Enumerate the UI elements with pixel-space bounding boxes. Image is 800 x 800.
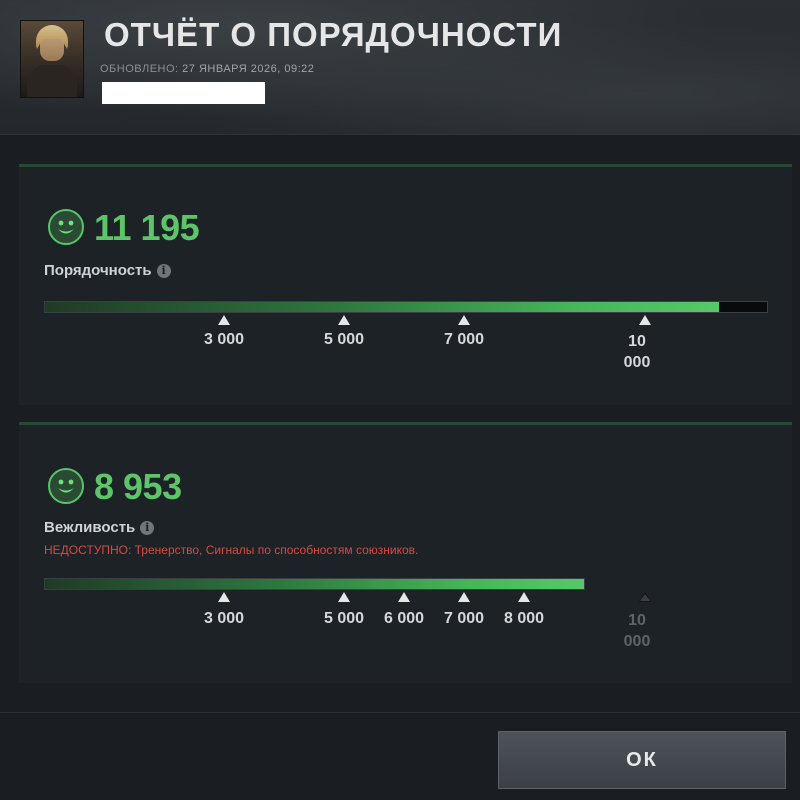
conduct-tick-label: 7 000 xyxy=(443,331,485,348)
conduct-label-text: Порядочность xyxy=(44,262,152,279)
behavior-tick-marker xyxy=(398,592,410,602)
conduct-tick-marker xyxy=(218,315,230,325)
behavior-tick-label: 6 000 xyxy=(383,610,425,627)
smile-face-icon xyxy=(48,468,84,504)
behavior-label: Вежливость i xyxy=(44,519,155,536)
conduct-tick-label: 10 000 xyxy=(623,333,651,371)
behavior-progress-bar xyxy=(44,578,585,590)
updated-label: ОБНОВЛЕНО: xyxy=(100,63,179,75)
behavior-panel: 8 953 Вежливость i НЕДОСТУПНО: Тренерство… xyxy=(19,422,792,683)
info-icon[interactable]: i xyxy=(140,521,155,535)
conduct-tick-marker xyxy=(458,315,470,325)
report-header: ОТЧЁТ О ПОРЯДОЧНОСТИ ОБНОВЛЕНО: 27 ЯНВАР… xyxy=(0,0,800,135)
conduct-tick-marker xyxy=(338,315,350,325)
behavior-tick-marker xyxy=(338,592,350,602)
avatar xyxy=(20,20,84,98)
behavior-tick-label-locked: 10 000 xyxy=(623,612,651,650)
behavior-tick-label: 5 000 xyxy=(323,610,365,627)
behavior-tick-marker xyxy=(218,592,230,602)
conduct-tick-marker xyxy=(639,315,651,325)
conduct-tick-label: 3 000 xyxy=(203,331,245,348)
behavior-tick-label: 7 000 xyxy=(443,610,485,627)
behavior-tick-marker xyxy=(458,592,470,602)
footer-divider xyxy=(0,712,800,713)
behavior-tick-label: 8 000 xyxy=(503,610,545,627)
conduct-progress-bar xyxy=(44,301,768,313)
conduct-label: Порядочность i xyxy=(44,262,171,279)
conduct-tick-label: 5 000 xyxy=(323,331,365,348)
conduct-score: 11 195 xyxy=(94,207,200,248)
page-title: ОТЧЁТ О ПОРЯДОЧНОСТИ xyxy=(104,16,563,53)
smile-face-icon xyxy=(48,209,84,245)
behavior-tick-marker xyxy=(518,592,530,602)
conduct-progress-fill xyxy=(45,302,719,312)
behavior-label-text: Вежливость xyxy=(44,519,136,536)
ok-button[interactable]: ОК xyxy=(498,731,786,789)
behavior-score: 8 953 xyxy=(94,466,182,507)
behavior-tick-label: 3 000 xyxy=(203,610,245,627)
updated-timestamp: ОБНОВЛЕНО: 27 ЯНВАРЯ 2026, 09:22 xyxy=(100,63,314,75)
behavior-progress-fill xyxy=(45,579,584,589)
unavailable-warning: НЕДОСТУПНО: Тренерство, Сигналы по спосо… xyxy=(44,543,419,557)
updated-value: 27 ЯНВАРЯ 2026, 09:22 xyxy=(182,63,315,75)
conduct-panel: 11 195 Порядочность i 3 000 5 000 7 000 1… xyxy=(19,164,792,405)
redacted-block xyxy=(102,82,265,104)
behavior-tick-marker-locked xyxy=(639,592,651,602)
info-icon[interactable]: i xyxy=(156,264,171,278)
